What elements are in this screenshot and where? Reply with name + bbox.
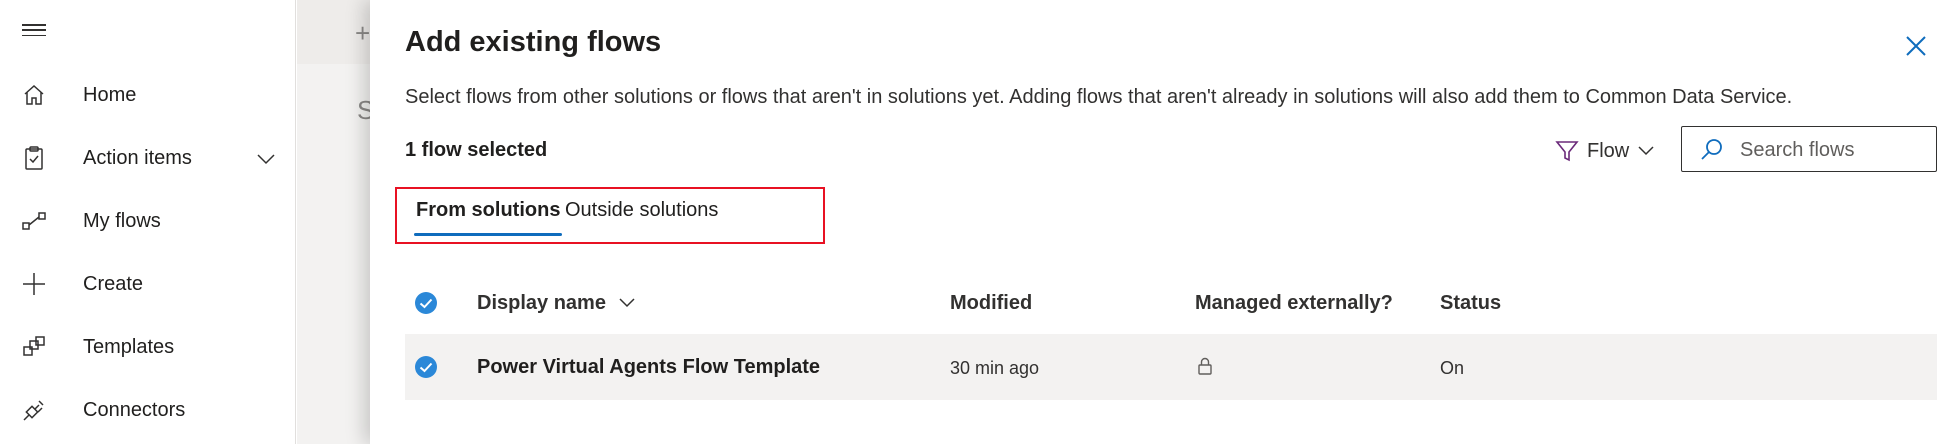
flow-icon bbox=[20, 207, 48, 235]
tab-outside-solutions[interactable]: Outside solutions bbox=[563, 199, 720, 222]
status-value: On bbox=[1440, 358, 1465, 378]
hamburger-menu-icon[interactable] bbox=[22, 20, 46, 40]
sidebar-item-my-flows[interactable]: My flows bbox=[0, 199, 296, 243]
plus-icon bbox=[20, 270, 48, 298]
lock-icon bbox=[1197, 356, 1213, 381]
home-icon bbox=[20, 81, 48, 109]
filter-icon bbox=[1555, 141, 1579, 162]
selected-count: 1 flow selected bbox=[405, 139, 548, 161]
close-icon bbox=[1906, 36, 1926, 56]
chevron-down-icon bbox=[618, 298, 635, 308]
sidebar-item-connectors[interactable]: Connectors bbox=[0, 388, 296, 432]
flow-filter-button[interactable]: Flow bbox=[1555, 134, 1655, 168]
panel-title: Add existing flows bbox=[405, 26, 662, 58]
filter-label: Flow bbox=[1587, 139, 1630, 162]
left-navigation: Home Action items My flows Create Templa… bbox=[0, 0, 296, 444]
check-circle-icon bbox=[415, 292, 437, 314]
chevron-down-icon bbox=[1638, 146, 1654, 156]
close-button[interactable] bbox=[1903, 33, 1929, 59]
panel-description: Select flows from other solutions or flo… bbox=[405, 86, 1793, 108]
tabs-highlight-box: From solutions Outside solutions bbox=[395, 187, 825, 244]
row-checkbox[interactable] bbox=[414, 355, 438, 379]
search-box[interactable] bbox=[1681, 126, 1937, 172]
column-header-display-name[interactable]: Display name bbox=[477, 292, 636, 315]
table-row[interactable]: Power Virtual Agents Flow Template 30 mi… bbox=[405, 334, 1937, 400]
column-header-status[interactable]: Status bbox=[1440, 292, 1501, 315]
modified-value: 30 min ago bbox=[950, 358, 1040, 378]
templates-icon bbox=[20, 333, 48, 361]
sidebar-item-label: Home bbox=[83, 83, 137, 106]
tab-from-solutions[interactable]: From solutions bbox=[414, 199, 562, 222]
sidebar-item-label: Action items bbox=[83, 146, 192, 169]
check-circle-icon bbox=[415, 356, 437, 378]
sidebar-item-create[interactable]: Create bbox=[0, 262, 296, 306]
sidebar-item-label: Templates bbox=[83, 335, 175, 358]
table-header: Display name Modified Managed externally… bbox=[405, 280, 1937, 326]
background-new-icon: + bbox=[355, 18, 371, 48]
flow-name[interactable]: Power Virtual Agents Flow Template bbox=[477, 356, 820, 379]
connector-icon bbox=[20, 396, 48, 424]
column-header-managed-externally[interactable]: Managed externally? bbox=[1195, 292, 1393, 315]
active-tab-indicator bbox=[414, 233, 562, 236]
column-header-modified[interactable]: Modified bbox=[950, 292, 1032, 315]
sidebar-item-home[interactable]: Home bbox=[0, 73, 296, 117]
sidebar-item-templates[interactable]: Templates bbox=[0, 325, 296, 369]
search-icon bbox=[1700, 137, 1724, 166]
select-all-checkbox[interactable] bbox=[414, 291, 438, 315]
sidebar-item-label: Connectors bbox=[83, 398, 186, 421]
clipboard-icon bbox=[20, 144, 48, 172]
search-input[interactable] bbox=[1738, 135, 1932, 165]
sidebar-item-action-items[interactable]: Action items bbox=[0, 136, 296, 180]
sidebar-item-label: My flows bbox=[83, 209, 161, 232]
add-existing-flows-panel: Add existing flows Select flows from oth… bbox=[370, 0, 1958, 444]
sidebar-item-label: Create bbox=[83, 272, 144, 295]
chevron-down-icon[interactable] bbox=[256, 148, 276, 171]
